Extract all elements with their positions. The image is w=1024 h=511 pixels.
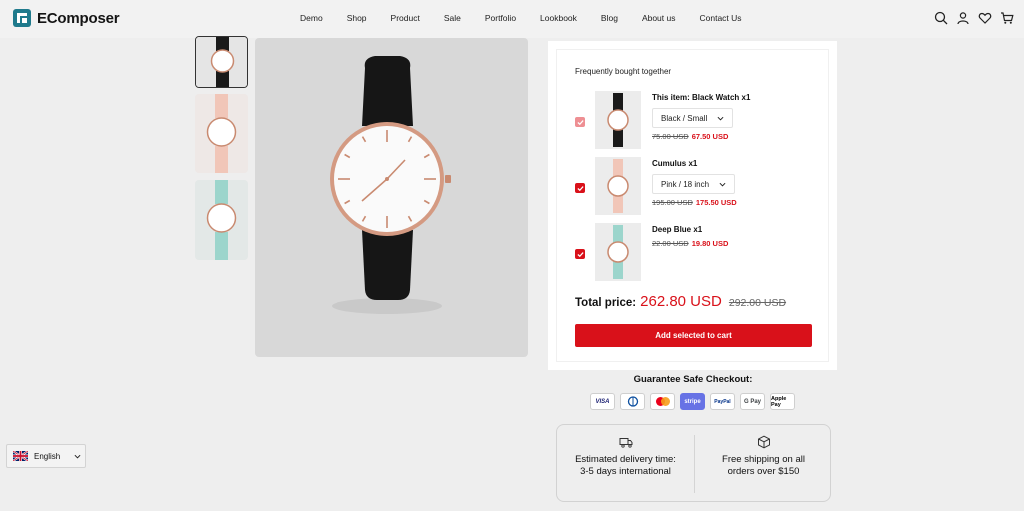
user-icon[interactable]: [956, 11, 970, 25]
box-icon: [757, 435, 770, 449]
apple-pay-icon: Apple Pay: [770, 393, 795, 410]
fbt-item-checkbox[interactable]: [575, 249, 585, 259]
old-price: 75.00 USD: [652, 132, 689, 141]
fbt-item-image[interactable]: [595, 157, 641, 215]
sale-price: 175.50 USD: [695, 198, 737, 207]
nav-product[interactable]: Product: [391, 13, 420, 23]
add-selected-to-cart-button[interactable]: Add selected to cart: [575, 324, 812, 347]
uk-flag-icon: [13, 451, 28, 461]
delivery-text: Estimated delivery time: 3-5 days intern…: [575, 454, 676, 477]
fbt-item-name: Cumulus x1: [652, 159, 698, 168]
shipping-info: Free shipping on all orders over $150: [695, 435, 832, 478]
nav-about[interactable]: About us: [642, 13, 676, 23]
fbt-item-checkbox[interactable]: [575, 117, 585, 127]
fbt-item: This item: Black Watch x1 Black / Small …: [575, 91, 815, 151]
old-price: 22.00 USD: [652, 239, 689, 248]
shipping-text: Free shipping on all orders over $150: [722, 454, 805, 477]
nav-lookbook[interactable]: Lookbook: [540, 13, 577, 23]
frequently-bought-together-panel: Frequently bought together This item: Bl…: [548, 41, 837, 370]
fbt-item-image[interactable]: [595, 223, 641, 281]
nav-shop[interactable]: Shop: [347, 13, 367, 23]
fbt-item: Cumulus x1 Pink / 18 inch 195.00 USD 175.…: [575, 157, 815, 217]
nav-sale[interactable]: Sale: [444, 13, 461, 23]
pink-watch-thumbnail: [607, 159, 629, 213]
search-icon[interactable]: [934, 11, 948, 25]
mastercard-icon: [650, 393, 675, 410]
fbt-item-name: Deep Blue x1: [652, 225, 703, 234]
heart-icon[interactable]: [978, 11, 992, 25]
chevron-down-icon: [719, 182, 726, 186]
check-icon: [576, 119, 584, 125]
fbt-item-variant-select[interactable]: Pink / 18 inch: [652, 174, 736, 194]
fbt-item-prices: 75.00 USD 67.50 USD: [652, 132, 728, 141]
chevron-down-icon: [717, 116, 724, 120]
diners-icon: [620, 393, 645, 410]
fbt-item-variant-select[interactable]: Black / Small: [652, 108, 734, 128]
fbt-item-checkbox[interactable]: [575, 183, 585, 193]
fbt-item: Deep Blue x1 22.00 USD 19.80 USD: [575, 223, 815, 283]
product-thumbnail-3[interactable]: [195, 180, 248, 260]
black-watch-image: [330, 56, 451, 314]
blue-watch-thumbnail: [607, 225, 629, 279]
main-product-image[interactable]: [255, 38, 528, 357]
total-price-old: 292.00 USD: [728, 297, 787, 309]
chevron-down-icon: [74, 454, 81, 458]
nav-demo[interactable]: Demo: [300, 13, 323, 23]
truck-icon: [619, 438, 632, 448]
shipping-info-box: Estimated delivery time: 3-5 days intern…: [556, 424, 831, 502]
language-label: English: [34, 451, 61, 461]
nav-blog[interactable]: Blog: [601, 13, 618, 23]
fbt-title: Frequently bought together: [575, 67, 672, 76]
product-thumbnail-1[interactable]: [195, 36, 248, 88]
language-selector[interactable]: English: [6, 444, 86, 468]
logo[interactable]: EComposer: [13, 9, 120, 27]
delivery-info: Estimated delivery time: 3-5 days intern…: [557, 435, 694, 478]
payment-methods: VISA stripe PayPal G Pay Apple Pay: [590, 393, 795, 410]
nav-portfolio[interactable]: Portfolio: [485, 13, 516, 23]
fbt-total: Total price: 262.80 USD 292.00 USD: [575, 293, 786, 310]
check-icon: [576, 185, 584, 191]
total-price-value: 262.80 USD: [640, 293, 722, 310]
total-price-label: Total price:: [575, 297, 637, 309]
paypal-icon: PayPal: [710, 393, 735, 410]
fbt-item-name: This item: Black Watch x1: [652, 93, 751, 102]
stripe-icon: stripe: [680, 393, 705, 410]
fbt-item-prices: 22.00 USD 19.80 USD: [652, 239, 728, 248]
main-nav: Demo Shop Product Sale Portfolio Lookboo…: [300, 13, 766, 23]
visa-icon: VISA: [590, 393, 615, 410]
check-icon: [576, 251, 584, 257]
variant-value: Black / Small: [661, 113, 708, 123]
cart-icon[interactable]: [1000, 11, 1014, 25]
fbt-item-prices: 195.00 USD 175.50 USD: [652, 198, 737, 207]
sale-price: 19.80 USD: [691, 239, 729, 248]
brand-name: EComposer: [37, 9, 120, 27]
variant-value: Pink / 18 inch: [661, 179, 710, 189]
black-watch-thumbnail: [607, 93, 629, 147]
header-actions: [934, 11, 1014, 25]
sale-price: 67.50 USD: [691, 132, 729, 141]
fbt-item-image[interactable]: [595, 91, 641, 149]
site-header: EComposer Demo Shop Product Sale Portfol…: [0, 0, 1024, 38]
google-pay-icon: G Pay: [740, 393, 765, 410]
product-thumbnail-2[interactable]: [195, 94, 248, 173]
old-price: 195.00 USD: [652, 198, 693, 207]
logo-icon: [13, 9, 31, 27]
guarantee-title: Guarantee Safe Checkout:: [633, 374, 753, 385]
nav-contact[interactable]: Contact Us: [700, 13, 742, 23]
